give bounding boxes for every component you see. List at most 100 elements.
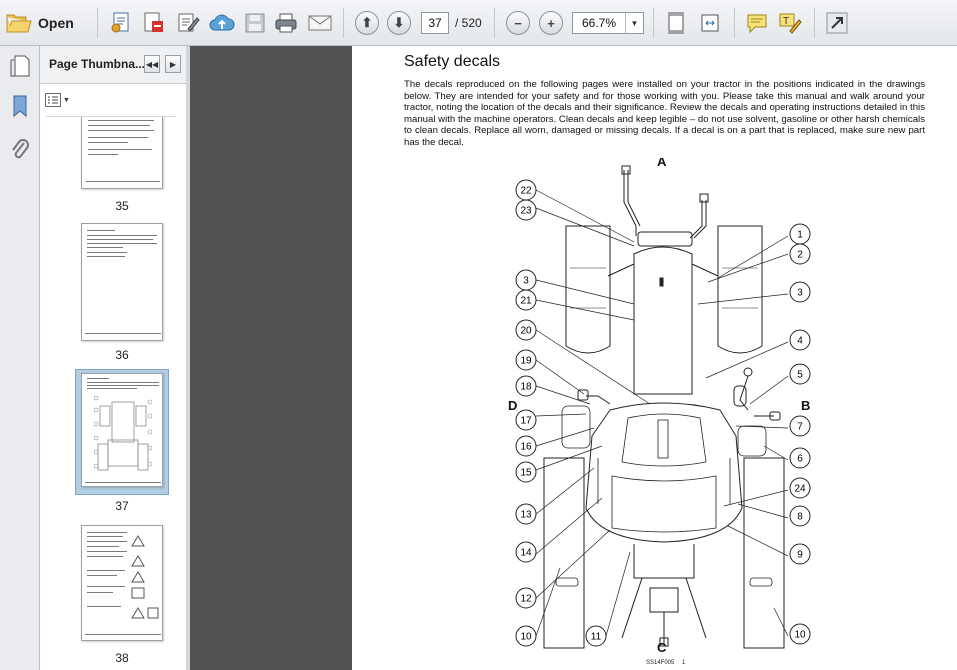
dropdown-arrow-icon: ▼ [63, 96, 70, 104]
next-page-button[interactable]: ⬇ [385, 9, 413, 37]
thumbnail-image [81, 525, 163, 641]
plus-icon: + [539, 11, 563, 35]
svg-text:23: 23 [520, 206, 532, 217]
callout-24: 24 [789, 477, 811, 499]
svg-text:4: 4 [797, 336, 803, 347]
page-heading: Safety decals [404, 53, 501, 70]
envelope-icon [308, 15, 332, 31]
svg-text:11: 11 [591, 632, 602, 643]
pdf-document-icon [144, 12, 163, 32]
highlighter-icon: T [779, 13, 802, 34]
callouts-right: 1 2 3 4 5 7 6 24 8 9 10 [789, 223, 811, 645]
svg-text:15: 15 [520, 468, 532, 479]
svg-text:16: 16 [520, 442, 532, 453]
attachments-tab[interactable] [8, 138, 32, 162]
thumbnail-image [81, 223, 163, 341]
zoom-input[interactable] [573, 16, 625, 30]
save-button[interactable] [241, 9, 269, 37]
callout-1: 1 [789, 223, 811, 245]
bookmarks-tab[interactable] [8, 94, 32, 118]
callout-8: 8 [789, 505, 811, 527]
arrow-up-icon: ⬆ [355, 11, 379, 35]
collapse-panel-button[interactable]: ◀◀ [144, 55, 160, 73]
panel-menu-button[interactable]: ▶ [165, 55, 181, 73]
svg-text:18: 18 [520, 382, 532, 393]
minus-icon: − [506, 11, 530, 35]
callout-23: 23 [515, 199, 537, 221]
save-icon [245, 13, 265, 33]
svg-text:17: 17 [520, 416, 532, 427]
paperclip-icon [12, 139, 29, 159]
thumbnail-warning-icons [131, 535, 159, 619]
callout-22: 22 [515, 179, 537, 201]
callout-14: 14 [515, 541, 537, 563]
fit-page-icon [668, 12, 684, 34]
callout-10-left: 10 [515, 625, 537, 647]
toolbar-separator [814, 8, 815, 38]
thumbnail-label: 36 [115, 348, 129, 362]
thumbnail-label: 35 [115, 199, 129, 213]
view-letter-rear: C [657, 640, 667, 655]
callout-12: 12 [515, 587, 537, 609]
thumbnail-diagram [94, 395, 152, 471]
svg-text:2: 2 [797, 250, 803, 261]
print-button[interactable] [272, 9, 300, 37]
svg-text:3: 3 [523, 276, 529, 287]
page-thumbnails-tab[interactable] [8, 54, 32, 78]
open-label: Open [38, 15, 74, 31]
callout-19: 19 [515, 349, 537, 371]
cloud-upload-icon [209, 14, 235, 31]
svg-text:T: T [783, 16, 789, 27]
callout-4: 4 [789, 329, 811, 351]
callout-6: 6 [789, 447, 811, 469]
svg-text:6: 6 [797, 454, 803, 465]
chevron-down-icon[interactable]: ▼ [625, 13, 643, 33]
zoom-select[interactable]: ▼ [572, 12, 644, 34]
fit-width-button[interactable] [696, 9, 724, 37]
open-button[interactable]: Open [6, 9, 74, 37]
callout-17: 17 [515, 409, 537, 431]
create-pdf-button[interactable] [108, 9, 136, 37]
toolbar-separator [97, 8, 98, 38]
thumbnail-image [81, 373, 163, 487]
tractor-decal-diagram: A D B C 22 23 3 21 20 19 18 17 16 15 13 … [508, 158, 811, 666]
expand-button[interactable] [823, 9, 851, 37]
printer-icon [275, 13, 297, 33]
toolbar-separator [653, 8, 654, 38]
thumbnail-options-button[interactable]: ▼ [45, 91, 73, 109]
edit-document-button[interactable] [174, 9, 202, 37]
view-letter-left: D [508, 398, 517, 413]
upload-button[interactable] [208, 9, 236, 37]
chevron-right-icon: ▶ [169, 59, 177, 69]
main-toolbar: Open ⬆ ⬇ 37 / 520 − + 66.7% ▼ T [0, 0, 957, 46]
callout-10-right: 10 [789, 623, 811, 645]
thumbnail-label: 38 [115, 651, 129, 665]
callout-13: 13 [515, 503, 537, 525]
bookmark-icon [13, 95, 27, 118]
svg-text:19: 19 [520, 356, 532, 367]
fit-page-button[interactable] [662, 9, 690, 37]
email-button[interactable] [306, 9, 334, 37]
previous-page-button[interactable]: ⬆ [353, 9, 381, 37]
highlight-text-button[interactable]: T [776, 9, 804, 37]
arrow-down-icon: ⬇ [387, 11, 411, 35]
svg-text:21: 21 [520, 296, 532, 307]
svg-text:24: 24 [794, 484, 806, 495]
zoom-in-button[interactable]: + [537, 9, 565, 37]
callout-20: 20 [515, 319, 537, 341]
svg-text:10: 10 [794, 630, 806, 641]
combine-files-button[interactable] [140, 9, 168, 37]
toolbar-separator [734, 8, 735, 38]
svg-text:5: 5 [797, 370, 803, 381]
svg-text:9: 9 [797, 550, 803, 561]
zoom-out-button[interactable]: − [504, 9, 532, 37]
page-number-input[interactable] [421, 12, 449, 34]
thumbnails-header: Page Thumbna... ◀◀ ▶ [40, 46, 186, 84]
comment-button[interactable] [743, 9, 771, 37]
navigation-pane-strip [0, 46, 40, 670]
page-total: / 520 [455, 16, 482, 30]
callout-3-right: 3 [789, 281, 811, 303]
svg-text:10: 10 [520, 632, 532, 643]
svg-text:20: 20 [520, 326, 532, 337]
svg-text:13: 13 [520, 510, 532, 521]
